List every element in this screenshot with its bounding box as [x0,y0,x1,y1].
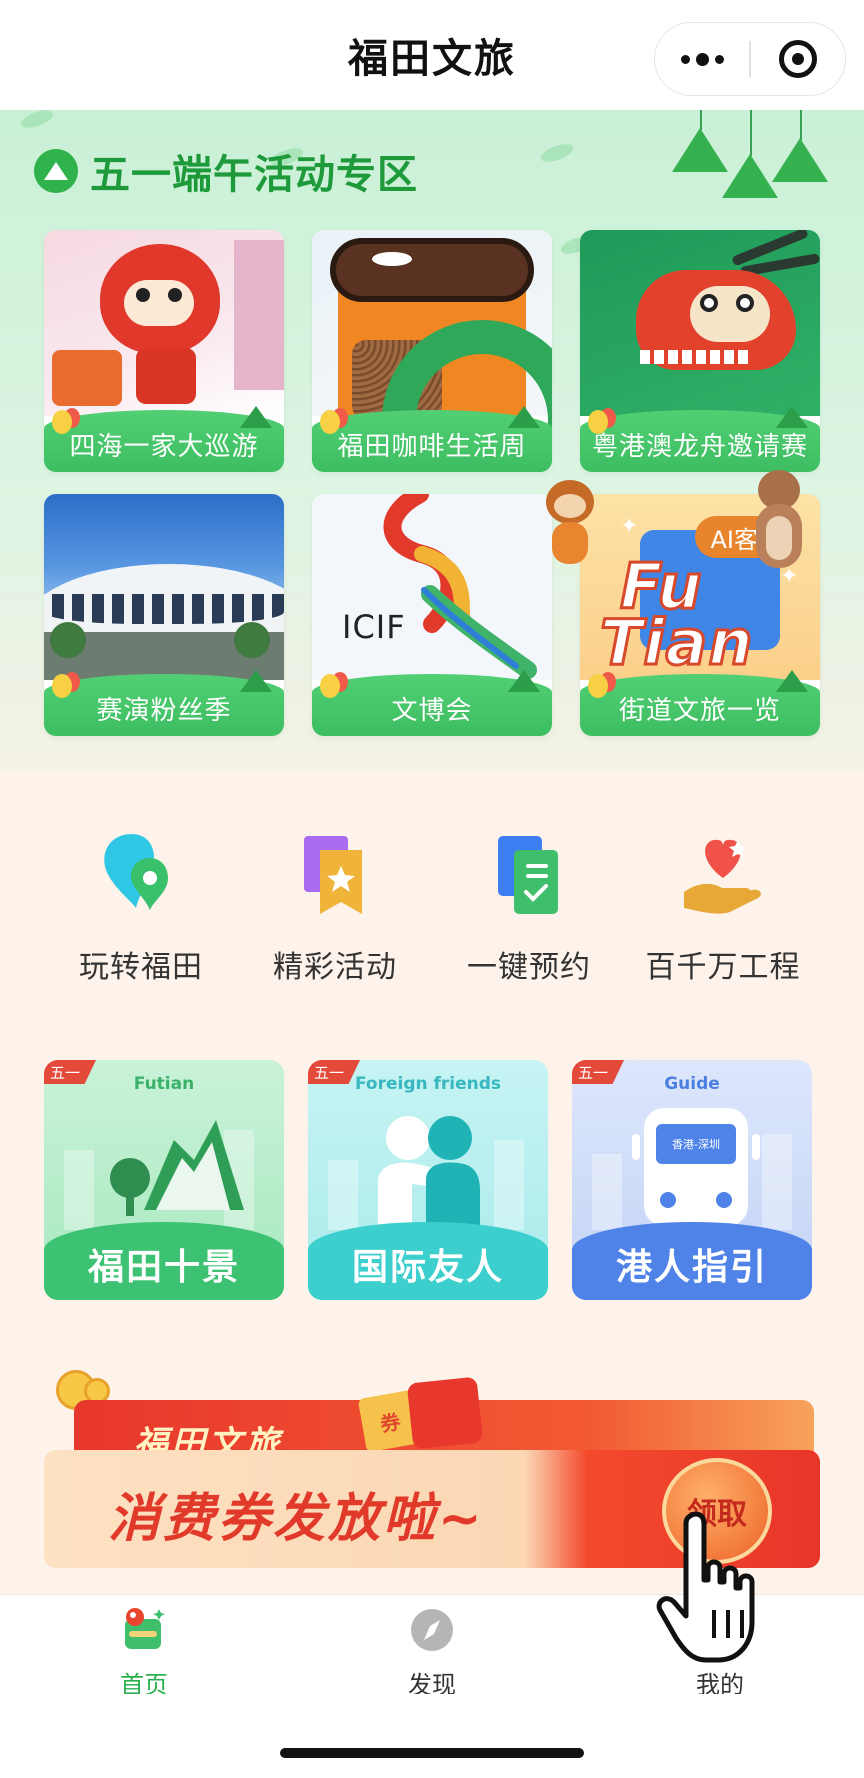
activity-card-grid: 四海一家大巡游 福田咖啡生活周 粤港澳龙舟邀请赛 赛演粉丝季 ICIF 文博会 … [44,230,820,736]
monkey-mascot [540,480,600,564]
nav-highlight-events[interactable]: 精彩活动 [238,830,432,986]
heart-hand-icon [678,830,768,920]
leaf-decoration [538,140,576,166]
location-pin-icon [96,830,186,920]
feature-label: 国际友人 [351,1247,504,1288]
leaf-decoration [18,110,56,132]
feature-label: 福田十景 [87,1247,240,1288]
string-decoration [750,110,752,156]
nav-one-click-booking[interactable]: 一键预约 [432,830,626,986]
tab-discover[interactable]: 发现 [288,1595,576,1700]
activity-card-dragon-boat[interactable]: 粤港澳龙舟邀请赛 [580,230,820,472]
balloon-icon [588,674,608,698]
activity-card-fan-season[interactable]: 赛演粉丝季 [44,494,284,736]
icif-logo-text: ICIF [342,608,406,646]
home-indicator [280,1748,584,1758]
activity-card-parade[interactable]: 四海一家大巡游 [44,230,284,472]
zongzi-icon [776,670,808,692]
balloon-icon [52,674,72,698]
zongzi-icon [240,670,272,692]
feature-label: 港人指引 [615,1247,768,1288]
banner-headline: 消费券发放啦~ [108,1489,485,1549]
safe-area [0,1694,864,1778]
nav-label: 精彩活动 [273,950,397,985]
zongzi-icon [508,670,540,692]
card-label: 街道文旅一览 [618,695,781,726]
string-decoration [700,110,702,130]
icif-ribbon-logo: ICIF [312,494,552,680]
zongzi-logo-icon [34,149,78,193]
nav-header: 福田文旅 [0,0,864,110]
balloon-icon [320,410,340,434]
page-title: 福田文旅 [348,36,516,82]
zongzi-icon [240,406,272,428]
tian-art-text: Tian [599,605,755,681]
zongzi-icon [672,128,728,172]
bus-destination-text: 香港-深圳 [672,1138,720,1151]
string-decoration [800,110,802,140]
nav-project[interactable]: 百千万工程 [626,830,820,986]
stadium-image [44,494,284,680]
red-envelope-icon [406,1376,484,1450]
checklist-icon [484,830,574,920]
balloon-icon [320,674,340,698]
more-options-icon[interactable] [655,22,749,96]
nav-label: 一键预约 [467,950,591,985]
otter-mascot [752,470,806,570]
zongzi-icon [776,406,808,428]
dragon-head-image [580,230,820,416]
dragon-home-icon [119,1605,169,1655]
card-label: 四海一家大巡游 [69,431,259,462]
nav-label: 百千万工程 [645,950,801,985]
activity-card-coffee-week[interactable]: 福田咖啡生活周 [312,230,552,472]
zongzi-icon [508,406,540,428]
nav-explore-futian[interactable]: 玩转福田 [44,830,238,986]
nav-label: 玩转福田 [79,950,203,985]
card-label: 赛演粉丝季 [96,695,232,726]
lion-dance-image [44,230,284,416]
close-mini-program-icon[interactable] [751,22,845,96]
feature-card-grid: 五一 Futian 福田十景 五一 Foreign friends 国际友人 五… [44,1060,814,1300]
ticket-text: 券 [378,1408,403,1437]
section-header: 五一端午活动专区 [34,142,418,200]
coffee-cup-image [312,230,552,472]
activity-card-icif[interactable]: ICIF 文博会 [312,494,552,736]
zongzi-icon [772,138,828,182]
holiday-activity-zone: 五一端午活动专区 四海一家大巡游 福田咖啡生活周 粤港澳龙舟邀请赛 赛演粉丝季 … [0,110,864,770]
quick-nav: 玩转福田 精彩活动 一键预约 百千万工程 [44,830,820,986]
feature-futian-ten-scenes[interactable]: 五一 Futian 福田十景 [44,1060,284,1300]
mini-program-capsule [654,22,846,96]
compass-icon [407,1605,457,1655]
balloon-icon [52,410,72,434]
pointer-hand-cursor [656,1511,755,1663]
star-bookmark-icon [290,830,380,920]
section-title: 五一端午活动专区 [90,152,418,198]
zongzi-icon [722,154,778,198]
tab-home[interactable]: 首页 [0,1595,288,1700]
feature-foreign-friends[interactable]: 五一 Foreign friends 国际友人 [308,1060,548,1300]
card-label: 福田咖啡生活周 [337,431,527,462]
balloon-icon [588,410,608,434]
feature-hk-guide[interactable]: 五一 Guide 香港-深圳 港人指引 [572,1060,812,1300]
card-label: 文博会 [391,695,473,726]
